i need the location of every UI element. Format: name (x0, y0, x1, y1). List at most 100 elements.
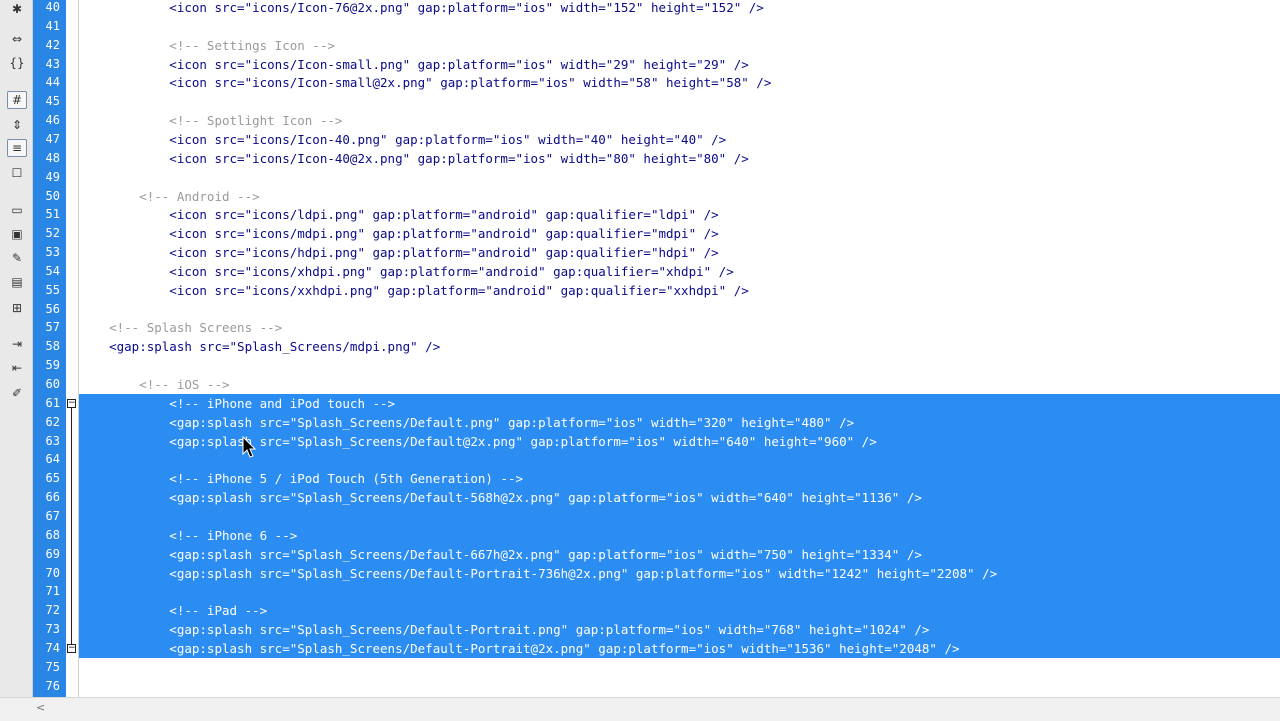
code-line[interactable]: <icon src="icons/Icon-76@2x.png" gap:pla… (79, 0, 1280, 17)
code-line[interactable] (79, 356, 1280, 375)
line-number: 70 (45, 566, 60, 580)
code-line[interactable] (79, 17, 1280, 36)
code-comment-line[interactable]: <!-- Settings Icon --> (79, 36, 1280, 55)
code-line-text: <gap:splash src="Splash_Screens/Default-… (79, 622, 930, 637)
code-line-text: <!-- iPhone 5 / iPod Touch (5th Generati… (79, 471, 524, 486)
wrap-tag-icon[interactable]: ▤ (7, 273, 27, 291)
code-line[interactable]: <icon src="icons/hdpi.png" gap:platform=… (79, 243, 1280, 262)
code-line-text: <gap:splash src="Splash_Screens/Default-… (79, 566, 998, 581)
code-line[interactable]: <icon src="icons/ldpi.png" gap:platform=… (79, 205, 1280, 224)
code-comment-line[interactable]: <!-- iPad --> (79, 601, 1280, 620)
line-number: 61 (45, 396, 60, 410)
code-comment-line[interactable]: <!-- Spotlight Icon --> (79, 111, 1280, 130)
line-number: 66 (45, 490, 60, 504)
line-number: 62 (45, 415, 60, 429)
code-line[interactable]: <icon src="icons/Icon-small@2x.png" gap:… (79, 73, 1280, 92)
line-number: 43 (45, 57, 60, 71)
scroll-left-icon[interactable]: < (36, 701, 45, 714)
line-number: 76 (45, 679, 60, 693)
code-line-text: <icon src="icons/ldpi.png" gap:platform=… (79, 207, 719, 222)
code-line[interactable] (79, 92, 1280, 111)
code-line[interactable]: <icon src="icons/Icon-40@2x.png" gap:pla… (79, 149, 1280, 168)
collapse-icon[interactable]: ⇕ (7, 116, 27, 134)
line-number: 52 (45, 226, 60, 240)
code-line[interactable]: <icon src="icons/xhdpi.png" gap:platform… (79, 262, 1280, 281)
code-line[interactable]: <icon src="icons/Icon-small.png" gap:pla… (79, 55, 1280, 74)
code-line[interactable]: <icon src="icons/Icon-40.png" gap:platfo… (79, 130, 1280, 149)
code-line[interactable]: <gap:splash src="Splash_Screens/Default-… (79, 564, 1280, 583)
code-line-text: <!-- Splash Screens --> (79, 320, 283, 335)
code-line-text: <!-- Settings Icon --> (79, 38, 335, 53)
line-numbers-icon[interactable]: # (7, 91, 27, 109)
mouse-cursor-icon (242, 436, 257, 458)
line-number: 73 (45, 622, 60, 636)
code-line[interactable] (79, 677, 1280, 696)
line-number: 45 (45, 94, 60, 108)
code-line-text: <gap:splash src="Splash_Screens/Default-… (79, 547, 922, 562)
code-line[interactable] (79, 168, 1280, 187)
code-line[interactable]: <icon src="icons/xxhdpi.png" gap:platfor… (79, 281, 1280, 300)
highlight-icon[interactable]: ✎ (7, 249, 27, 267)
code-line-text: <!-- iOS --> (79, 377, 230, 392)
line-number: 58 (45, 339, 60, 353)
code-line-text: <!-- iPad --> (79, 603, 268, 618)
code-line-text: <gap:splash src="Splash_Screens/Default-… (79, 490, 922, 505)
code-comment-line[interactable]: <!-- iPhone and iPod touch --> (79, 394, 1280, 413)
collapse-tag-icon[interactable]: ⇔ (7, 30, 27, 48)
code-line-text: <gap:splash src="Splash_Screens/Default@… (79, 434, 877, 449)
code-line-text: <gap:splash src="Splash_Screens/mdpi.png… (79, 339, 441, 354)
indent-icon[interactable]: ⇥ (7, 335, 27, 353)
coding-toolbar: ✱ ⇔ {} # ⇕ ≡ ☐ ▭ ▣ ✎ ▤ ⊞ ⇥ ⇤ ✐ (0, 0, 33, 700)
line-number: 48 (45, 151, 60, 165)
line-number: 63 (45, 434, 60, 448)
syntax-check-icon[interactable]: ☐ (7, 164, 27, 182)
line-number: 47 (45, 132, 60, 146)
line-number: 65 (45, 471, 60, 485)
line-number: 54 (45, 264, 60, 278)
asterisk-icon[interactable]: ✱ (7, 0, 27, 18)
code-line[interactable]: <gap:splash src="Splash_Screens/Default-… (79, 545, 1280, 564)
code-line[interactable] (79, 658, 1280, 677)
code-line[interactable]: <gap:splash src="Splash_Screens/Default.… (79, 413, 1280, 432)
code-line[interactable]: <gap:splash src="Splash_Screens/Default-… (79, 620, 1280, 639)
comment-icon[interactable]: ▭ (7, 201, 27, 219)
code-line-text: <icon src="icons/Icon-76@2x.png" gap:pla… (79, 0, 764, 15)
braces-icon[interactable]: {} (7, 54, 27, 72)
line-number: 67 (45, 509, 60, 523)
code-line-text: <icon src="icons/Icon-small@2x.png" gap:… (79, 75, 772, 90)
format-source-icon[interactable]: ✐ (7, 384, 27, 402)
line-number: 55 (45, 283, 60, 297)
line-number: 72 (45, 603, 60, 617)
code-comment-line[interactable]: <!-- iPhone 6 --> (79, 526, 1280, 545)
code-line-text: <icon src="icons/xhdpi.png" gap:platform… (79, 264, 734, 279)
code-line[interactable]: <gap:splash src="Splash_Screens/Default-… (79, 639, 1280, 658)
line-number: 71 (45, 584, 60, 598)
outdent-icon[interactable]: ⇤ (7, 359, 27, 377)
line-number: 57 (45, 320, 60, 334)
code-line[interactable] (79, 582, 1280, 601)
line-number: 44 (45, 75, 60, 89)
recent-snippets-icon[interactable]: ⊞ (7, 299, 27, 317)
uncomment-icon[interactable]: ▣ (7, 225, 27, 243)
line-number: 41 (45, 19, 60, 33)
code-line[interactable]: <icon src="icons/mdpi.png" gap:platform=… (79, 224, 1280, 243)
code-comment-line[interactable]: <!-- iOS --> (79, 375, 1280, 394)
code-line-text: <!-- iPhone and iPod touch --> (79, 396, 396, 411)
code-comment-line[interactable]: <!-- Android --> (79, 187, 1280, 206)
code-line-text: <icon src="icons/Icon-40.png" gap:platfo… (79, 132, 727, 147)
horizontal-scrollbar[interactable]: < (0, 697, 1280, 721)
fold-collapse-icon[interactable]: − (67, 399, 76, 408)
code-line[interactable] (79, 300, 1280, 319)
code-line[interactable] (79, 450, 1280, 469)
fold-collapse-end-icon[interactable]: − (67, 644, 76, 653)
line-number: 56 (45, 302, 60, 316)
code-comment-line[interactable]: <!-- iPhone 5 / iPod Touch (5th Generati… (79, 469, 1280, 488)
code-line[interactable]: <gap:splash src="Splash_Screens/Default@… (79, 432, 1280, 451)
word-wrap-icon[interactable]: ≡ (7, 139, 27, 157)
code-comment-line[interactable]: <!-- Splash Screens --> (79, 318, 1280, 337)
code-line-text: <icon src="icons/Icon-small.png" gap:pla… (79, 57, 749, 72)
code-line[interactable] (79, 507, 1280, 526)
code-line[interactable]: <gap:splash src="Splash_Screens/mdpi.png… (79, 337, 1280, 356)
code-line[interactable]: <gap:splash src="Splash_Screens/Default-… (79, 488, 1280, 507)
code-folding-bar (66, 0, 78, 697)
